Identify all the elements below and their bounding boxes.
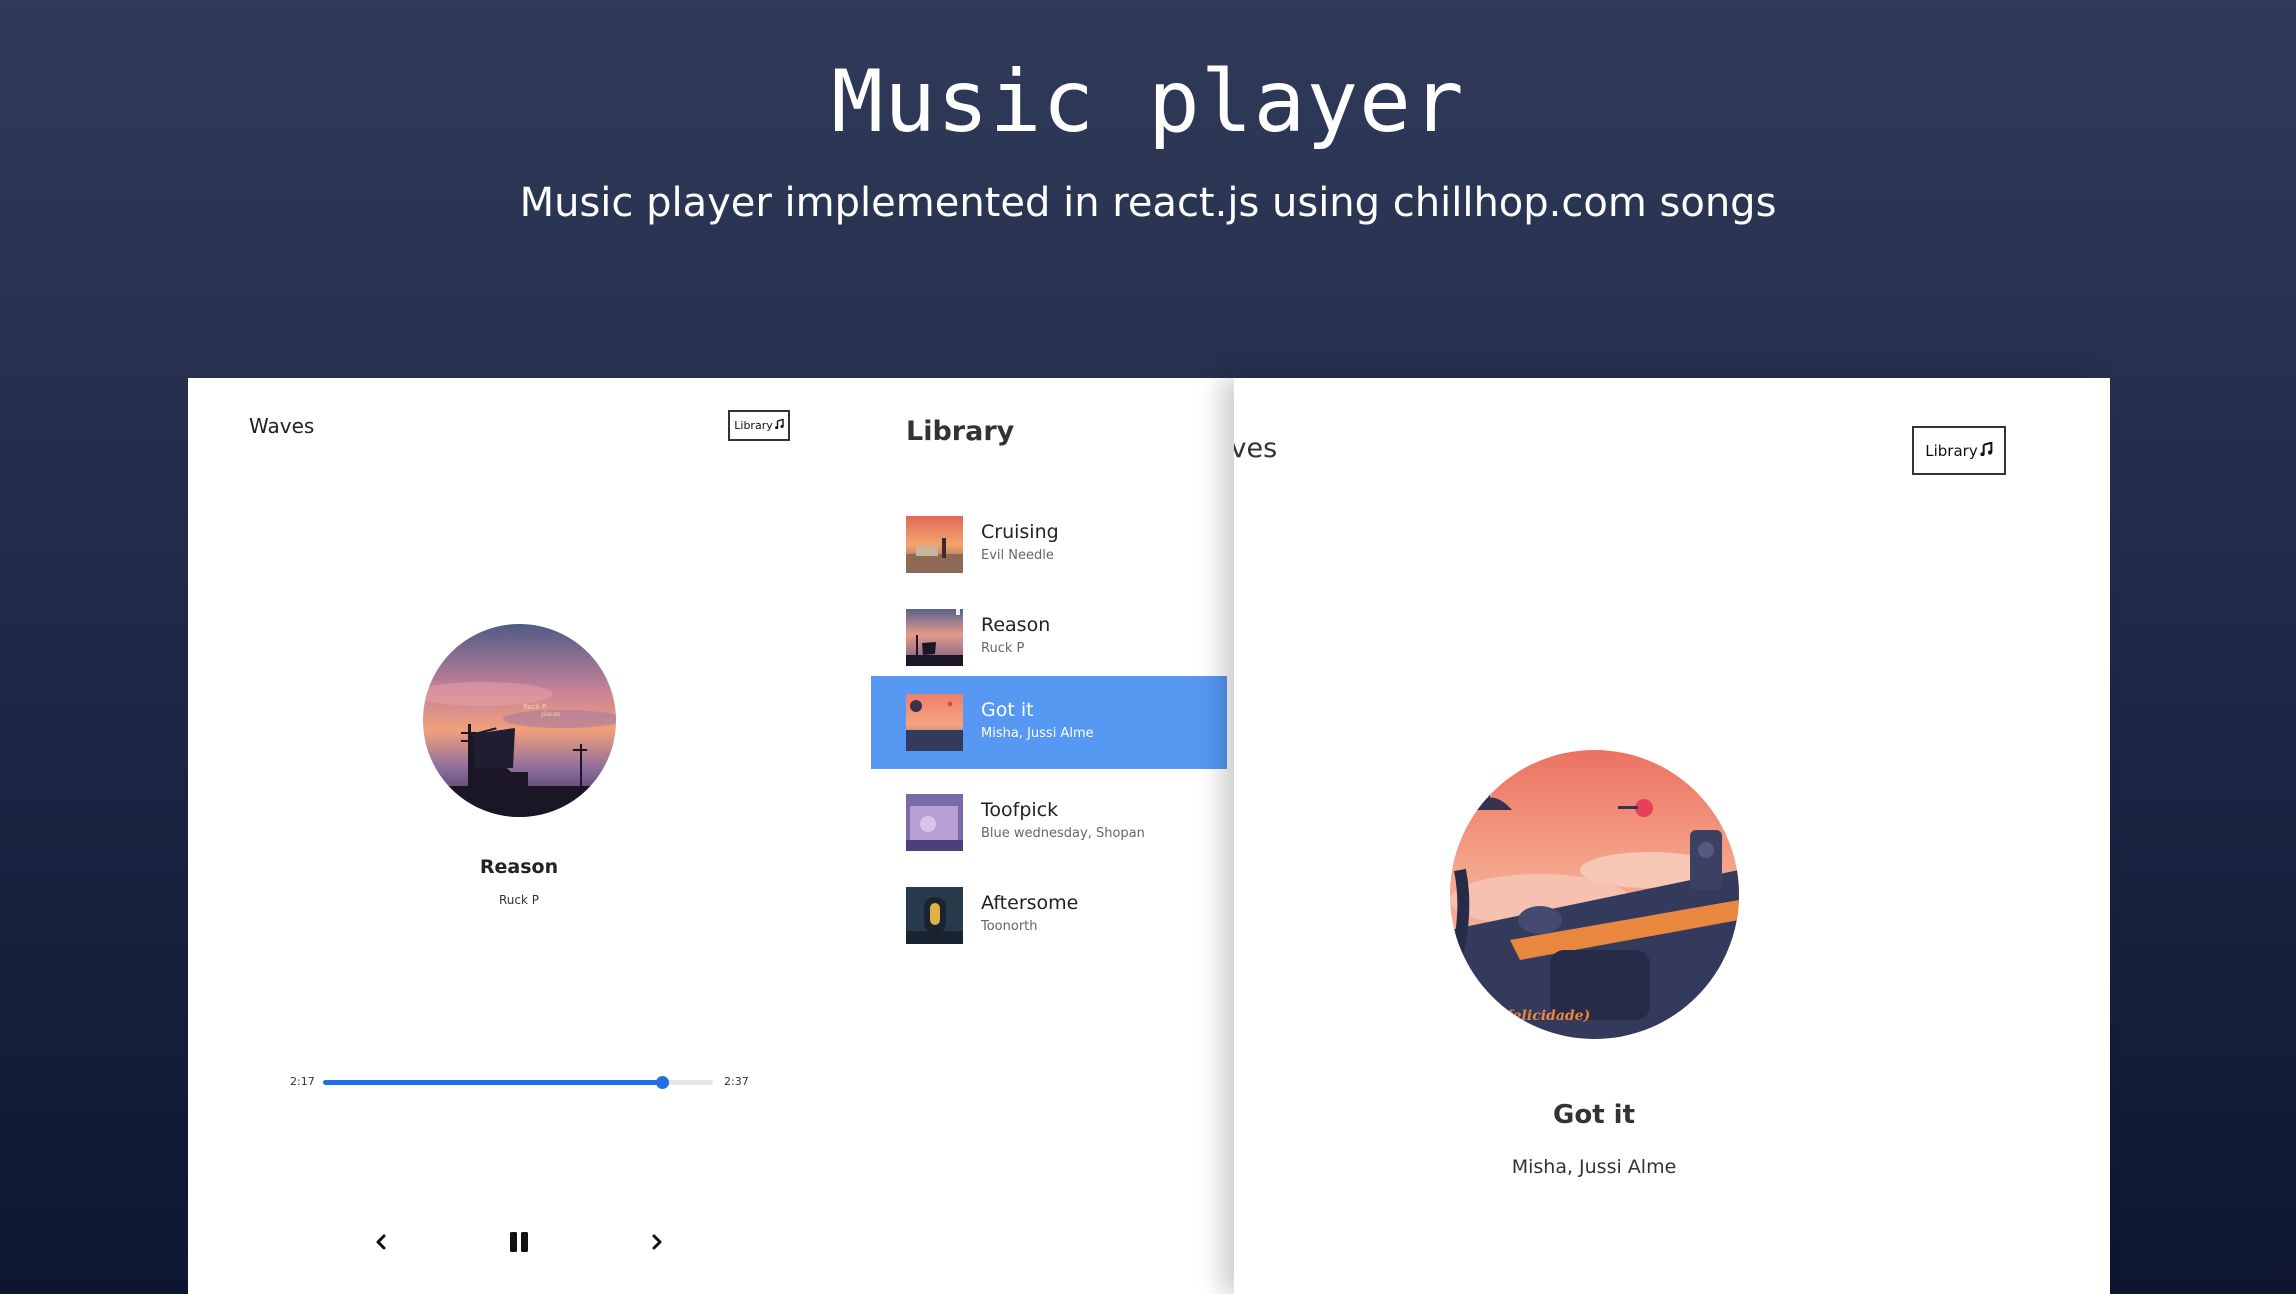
total-time: 2:37 [724,1075,749,1088]
library-button-label: Library [734,419,773,432]
library-item-artist: Misha, Jussi Alme [981,726,1094,741]
library-item-artist: Toonorth [981,919,1038,934]
library-item-artist: Blue wednesday, Shopan [981,826,1145,841]
chevron-right-icon [650,1233,664,1255]
library-item-title: Got it [981,699,1034,721]
library-item[interactable]: Aftersome Toonorth [871,869,1227,962]
previous-button[interactable] [366,1229,396,1259]
song-artist: Misha, Jussi Alme [1511,1156,1677,1178]
hero-subtitle: Music player implemented in react.js usi… [519,180,1777,226]
library-item-title: Cruising [981,521,1059,543]
song-artist: Ruck P [498,893,539,907]
next-button[interactable] [642,1229,672,1259]
library-drawer: Library Cruising Evil Needle Reason Ruck… [871,378,1233,1294]
music-note-icon [1980,440,1993,460]
library-heading: Library [906,416,1015,447]
library-button-label: Library [1925,441,1978,460]
play-pause-button[interactable] [504,1229,534,1259]
svg-text:places: places [541,711,560,718]
library-item[interactable]: Reason Ruck P [871,591,1227,684]
progress-thumb[interactable] [656,1076,670,1089]
hero-title: Music player [831,52,1465,152]
music-note-icon [774,418,784,432]
library-button[interactable]: Library [1912,426,2006,475]
album-cover: (felicidade) [1450,750,1739,1039]
library-item-title: Reason [981,614,1051,636]
song-thumbnail [906,794,963,851]
library-item-selected[interactable]: Got it Misha, Jussi Alme [871,676,1227,769]
chevron-left-icon [374,1233,388,1255]
library-item-title: Toofpick [981,799,1059,821]
song-title: Reason [479,856,559,878]
song-thumbnail [906,887,963,944]
song-thumbnail [906,609,963,666]
current-time: 2:17 [290,1075,315,1088]
library-item-title: Aftersome [981,892,1079,914]
nav-title: Waves [249,414,315,438]
library-button[interactable]: Library [728,410,790,441]
svg-text:Ruck P: Ruck P [523,703,546,711]
song-thumbnail [906,694,963,751]
nav-title: Waves [1234,433,1278,464]
progress-fill [323,1080,663,1085]
album-cover: Ruck P places [423,624,616,817]
progress-slider[interactable] [323,1076,713,1089]
library-item[interactable]: Toofpick Blue wednesday, Shopan [871,776,1227,869]
library-item-artist: Evil Needle [981,548,1054,563]
pause-icon [508,1230,530,1258]
cover-lettering: (felicidade) [1500,1008,1590,1024]
song-thumbnail [906,516,963,573]
right-player-window: Waves Library [1234,378,2110,1294]
library-item-artist: Ruck P [981,641,1025,656]
library-item[interactable]: Cruising Evil Needle [871,498,1227,591]
song-title: Got it [1552,1100,1636,1130]
